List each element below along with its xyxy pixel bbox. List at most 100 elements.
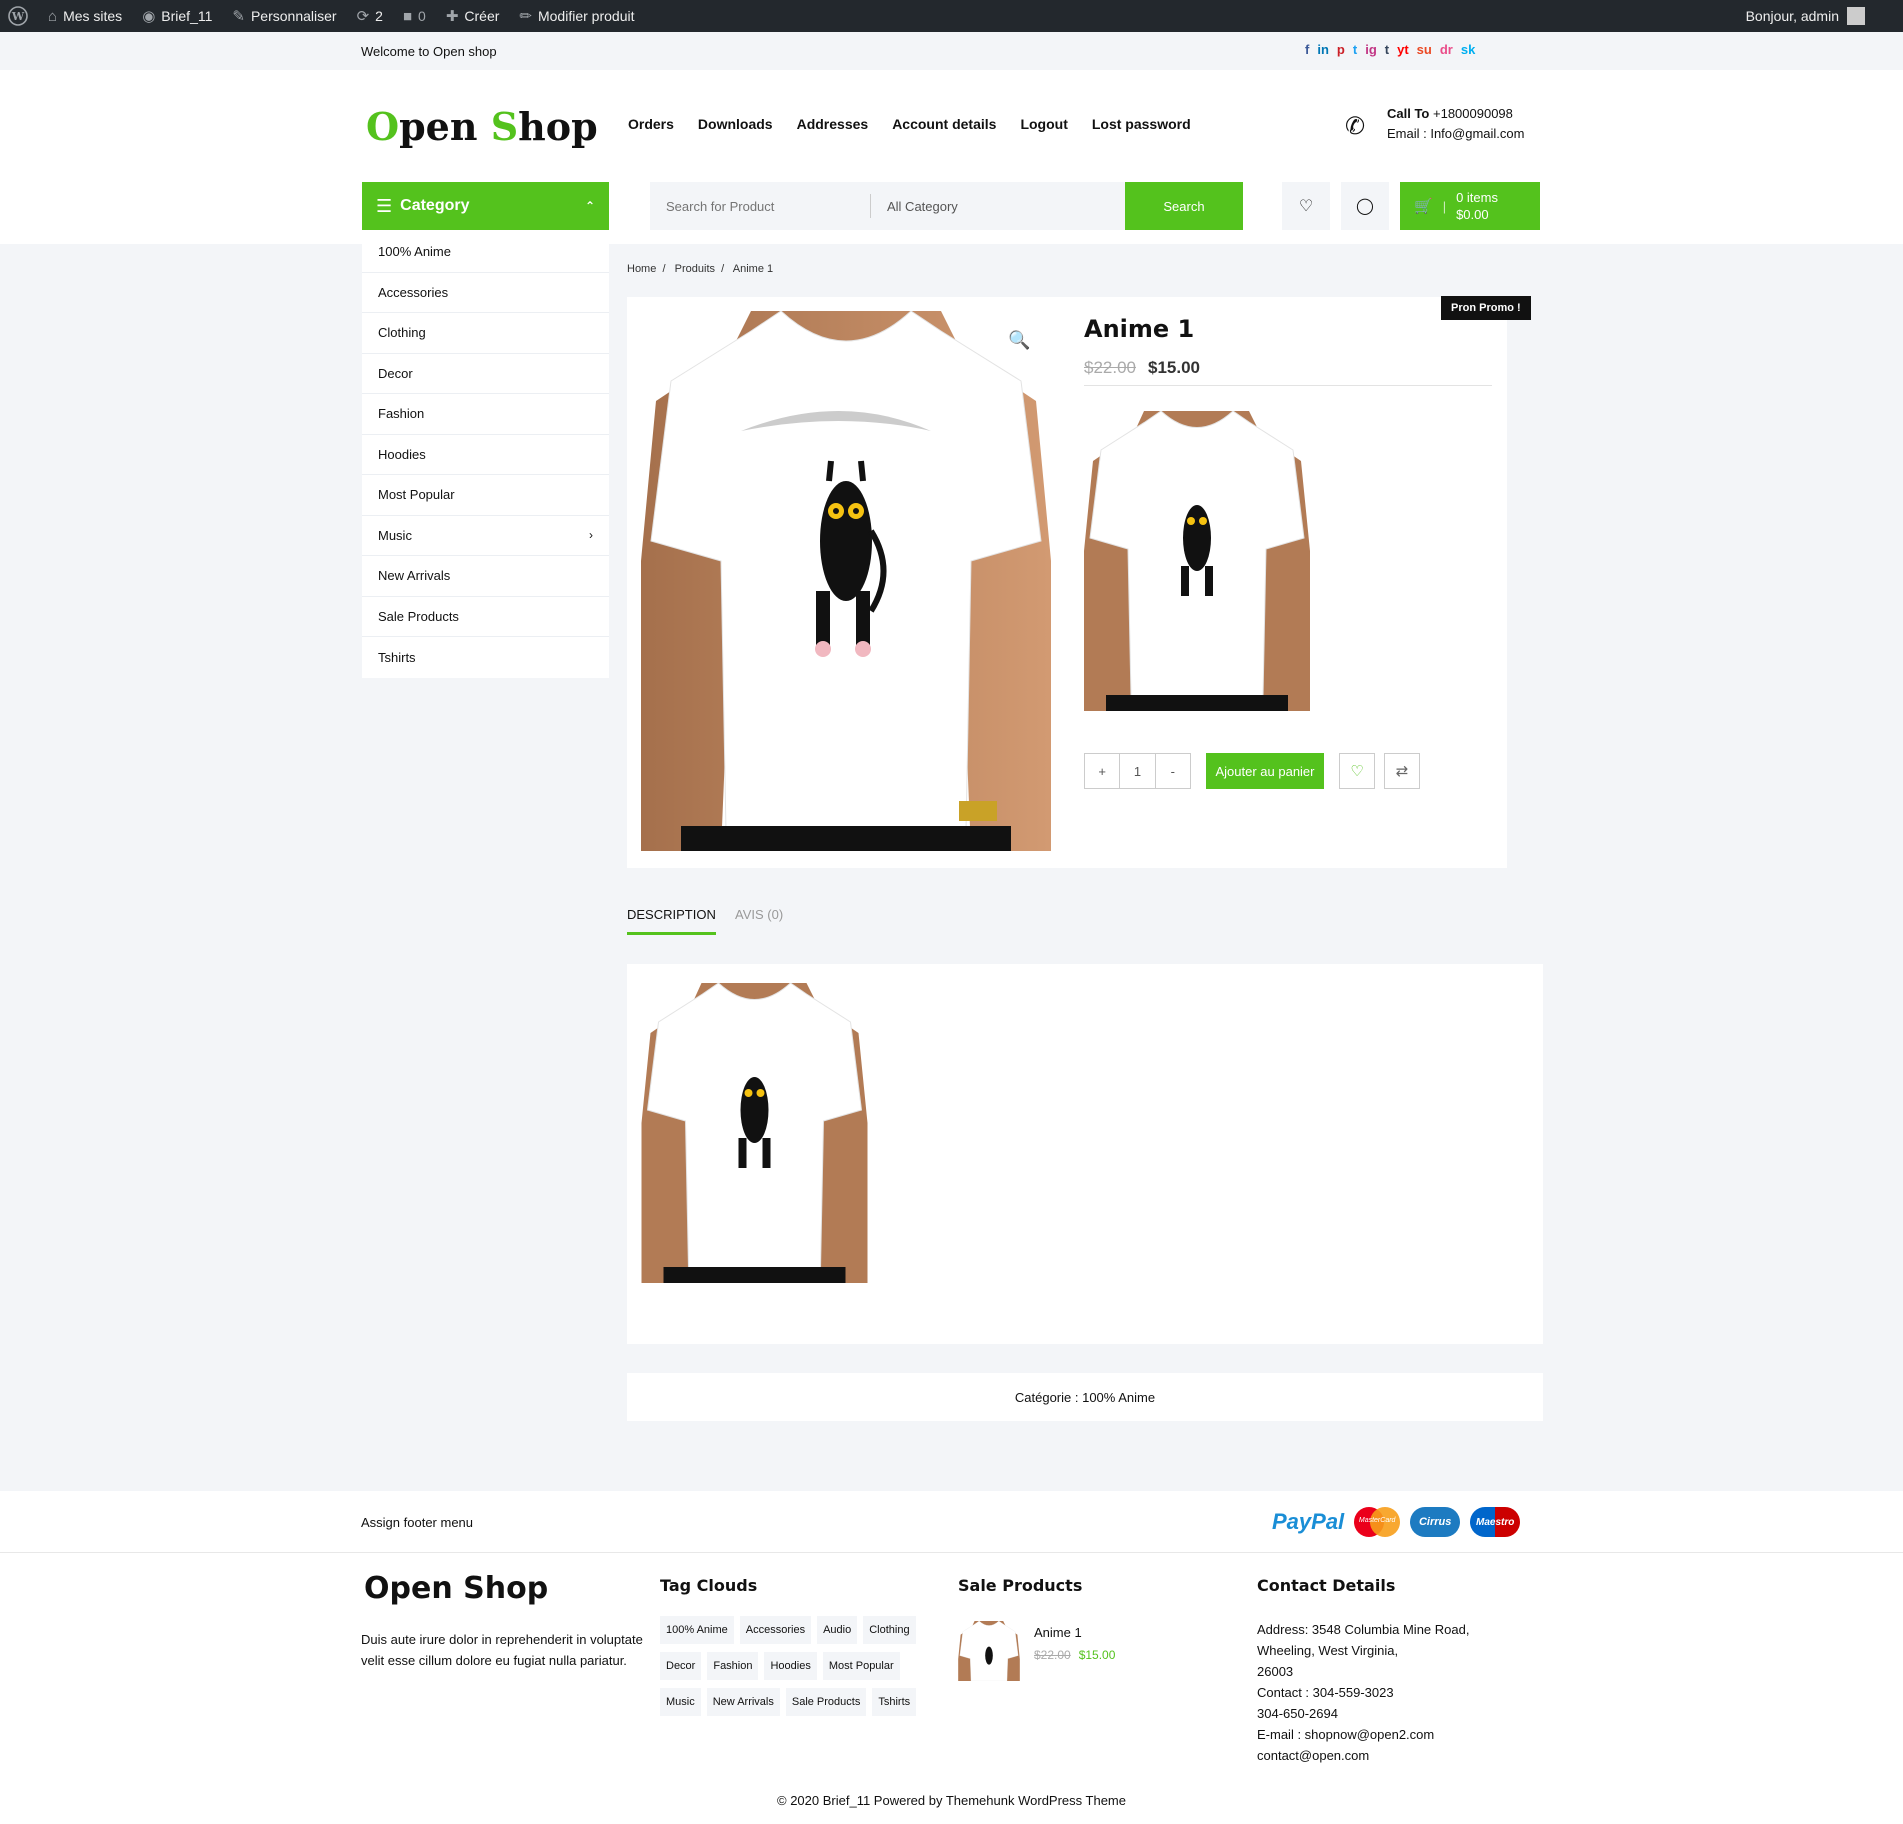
category-item[interactable]: New Arrivals <box>362 556 609 597</box>
sale-product-name[interactable]: Anime 1 <box>1034 1625 1082 1640</box>
tag-link[interactable]: Decor <box>660 1652 702 1680</box>
category-toggle-button[interactable]: ☰ Category ⌃ <box>362 182 609 230</box>
add-to-cart-button[interactable]: Ajouter au panier <box>1206 753 1324 789</box>
contact-details-heading: Contact Details <box>1257 1576 1396 1595</box>
assign-footer-menu[interactable]: Assign footer menu <box>361 1515 473 1530</box>
tab-reviews[interactable]: AVIS (0) <box>735 907 783 922</box>
account-button[interactable]: ◯ <box>1341 182 1389 230</box>
dribbble-icon[interactable]: dr <box>1440 42 1453 57</box>
search-input[interactable] <box>650 198 870 214</box>
stumbleupon-icon[interactable]: su <box>1417 42 1432 57</box>
footer-description: Duis aute irure dolor in reprehenderit i… <box>361 1632 643 1668</box>
category-item[interactable]: Accessories <box>362 273 609 313</box>
category-item[interactable]: Fashion <box>362 394 609 435</box>
old-price: $22.00 <box>1084 358 1136 377</box>
chevron-up-icon: ⌃ <box>584 199 595 213</box>
description-panel <box>627 964 1543 1344</box>
mastercard-icon: MasterCard <box>1354 1507 1401 1537</box>
plus-icon: ✚ <box>445 8 459 25</box>
footer-brand: Open Shop <box>364 1571 549 1606</box>
tumblr-icon[interactable]: t <box>1385 42 1389 57</box>
contact-details: Address: 3548 Columbia Mine Road, Wheeli… <box>1257 1622 1470 1763</box>
product-main-image[interactable] <box>641 311 1051 851</box>
search-bar: All Category <box>650 182 1125 230</box>
customize-link[interactable]: ✎ Personnaliser <box>222 0 346 32</box>
youtube-icon[interactable]: yt <box>1397 42 1409 57</box>
phone-icon: ✆ <box>1345 113 1366 140</box>
sale-products-heading: Sale Products <box>958 1576 1083 1595</box>
tag-link[interactable]: Fashion <box>707 1652 759 1680</box>
compare-button[interactable]: ⇄ <box>1384 753 1420 789</box>
site-name-menu[interactable]: ◉ Brief_11 <box>132 0 222 32</box>
nav-orders[interactable]: Orders <box>628 116 674 132</box>
comments-link[interactable]: ■ 0 <box>393 0 436 32</box>
facebook-icon[interactable]: f <box>1305 42 1309 57</box>
tag-link[interactable]: Hoodies <box>764 1652 817 1680</box>
category-item[interactable]: Clothing <box>362 313 609 354</box>
category-item[interactable]: 100% Anime <box>362 232 609 273</box>
nav-lost-password[interactable]: Lost password <box>1092 116 1191 132</box>
cart-button[interactable]: 🛒 | 0 items $0.00 <box>1400 182 1540 230</box>
category-item[interactable]: Hoodies <box>362 435 609 475</box>
sale-product-item[interactable]: Anime 1 $22.00 $15.00 <box>958 1620 1115 1684</box>
twitter-icon[interactable]: t <box>1353 42 1357 57</box>
nav-downloads[interactable]: Downloads <box>698 116 773 132</box>
category-list: 100% Anime Accessories Clothing Decor Fa… <box>362 232 609 678</box>
nav-logout[interactable]: Logout <box>1020 116 1067 132</box>
refresh-icon: ⟳ <box>356 8 370 25</box>
comment-icon: ■ <box>402 7 413 25</box>
tag-link[interactable]: Music <box>660 1688 701 1716</box>
tag-link[interactable]: Accessories <box>739 1616 812 1644</box>
wishlist-button[interactable]: ♡ <box>1282 182 1330 230</box>
qty-input[interactable]: 1 <box>1120 754 1156 788</box>
breadcrumb[interactable]: Home / Produits / Anime 1 <box>627 263 773 275</box>
add-to-wishlist-button[interactable]: ♡ <box>1339 753 1375 789</box>
site-logo[interactable]: Open Shop <box>366 104 598 149</box>
social-links: f in p t ig t yt su dr sk <box>1305 42 1475 57</box>
nav-addresses[interactable]: Addresses <box>797 116 869 132</box>
svg-text:W: W <box>11 10 25 23</box>
top-bar: Welcome to Open shop f in p t ig t yt su… <box>0 32 1903 70</box>
tag-link[interactable]: New Arrivals <box>706 1688 780 1716</box>
call-number: +1800090098 <box>1433 106 1513 121</box>
nav-account-details[interactable]: Account details <box>892 116 996 132</box>
account-menu[interactable]: Bonjour, admin <box>1746 7 1903 25</box>
tag-cloud: 100% Anime Accessories Audio Clothing De… <box>660 1616 920 1716</box>
welcome-text: Welcome to Open shop <box>361 44 497 59</box>
tag-link[interactable]: 100% Anime <box>660 1616 734 1644</box>
category-item[interactable]: Decor <box>362 354 609 394</box>
heart-icon: ♡ <box>1350 763 1364 780</box>
category-item[interactable]: Most Popular <box>362 475 609 516</box>
search-button[interactable]: Search <box>1125 182 1243 230</box>
new-content-menu[interactable]: ✚ Créer <box>436 0 510 32</box>
category-item[interactable]: Sale Products <box>362 597 609 637</box>
pencil-icon: ✏ <box>519 8 532 25</box>
tag-link[interactable]: Most Popular <box>822 1652 900 1680</box>
category-item[interactable]: Music › <box>362 516 609 556</box>
instagram-icon[interactable]: ig <box>1365 42 1377 57</box>
product-price: $22.00 $15.00 <box>1084 358 1200 378</box>
zoom-icon[interactable]: 🔍 <box>1008 330 1030 351</box>
tab-description[interactable]: DESCRIPTION <box>627 907 716 935</box>
wordpress-logo-button[interactable]: W <box>0 0 38 32</box>
call-label: Call To <box>1387 106 1430 121</box>
skype-icon[interactable]: sk <box>1461 42 1475 57</box>
footer-divider <box>0 1552 1903 1553</box>
my-sites-menu[interactable]: ⌂ Mes sites <box>38 0 132 32</box>
edit-product-link[interactable]: ✏ Modifier produit <box>509 0 644 32</box>
product-thumbnail[interactable] <box>1084 411 1310 711</box>
divider <box>1084 385 1492 386</box>
category-item[interactable]: Tshirts <box>362 637 609 678</box>
product-panel <box>627 297 1507 868</box>
qty-minus-button[interactable]: - <box>1156 754 1190 788</box>
tag-link[interactable]: Clothing <box>863 1616 916 1644</box>
tag-link[interactable]: Audio <box>817 1616 858 1644</box>
updates-link[interactable]: ⟳ 2 <box>347 0 393 32</box>
tag-link[interactable]: Sale Products <box>785 1688 867 1716</box>
category-select[interactable]: All Category <box>871 199 958 214</box>
linkedin-icon[interactable]: in <box>1317 42 1329 57</box>
tag-link[interactable]: Tshirts <box>872 1688 917 1716</box>
pinterest-icon[interactable]: p <box>1337 42 1345 57</box>
tag-clouds-heading: Tag Clouds <box>660 1576 758 1595</box>
qty-plus-button[interactable]: + <box>1085 754 1121 788</box>
